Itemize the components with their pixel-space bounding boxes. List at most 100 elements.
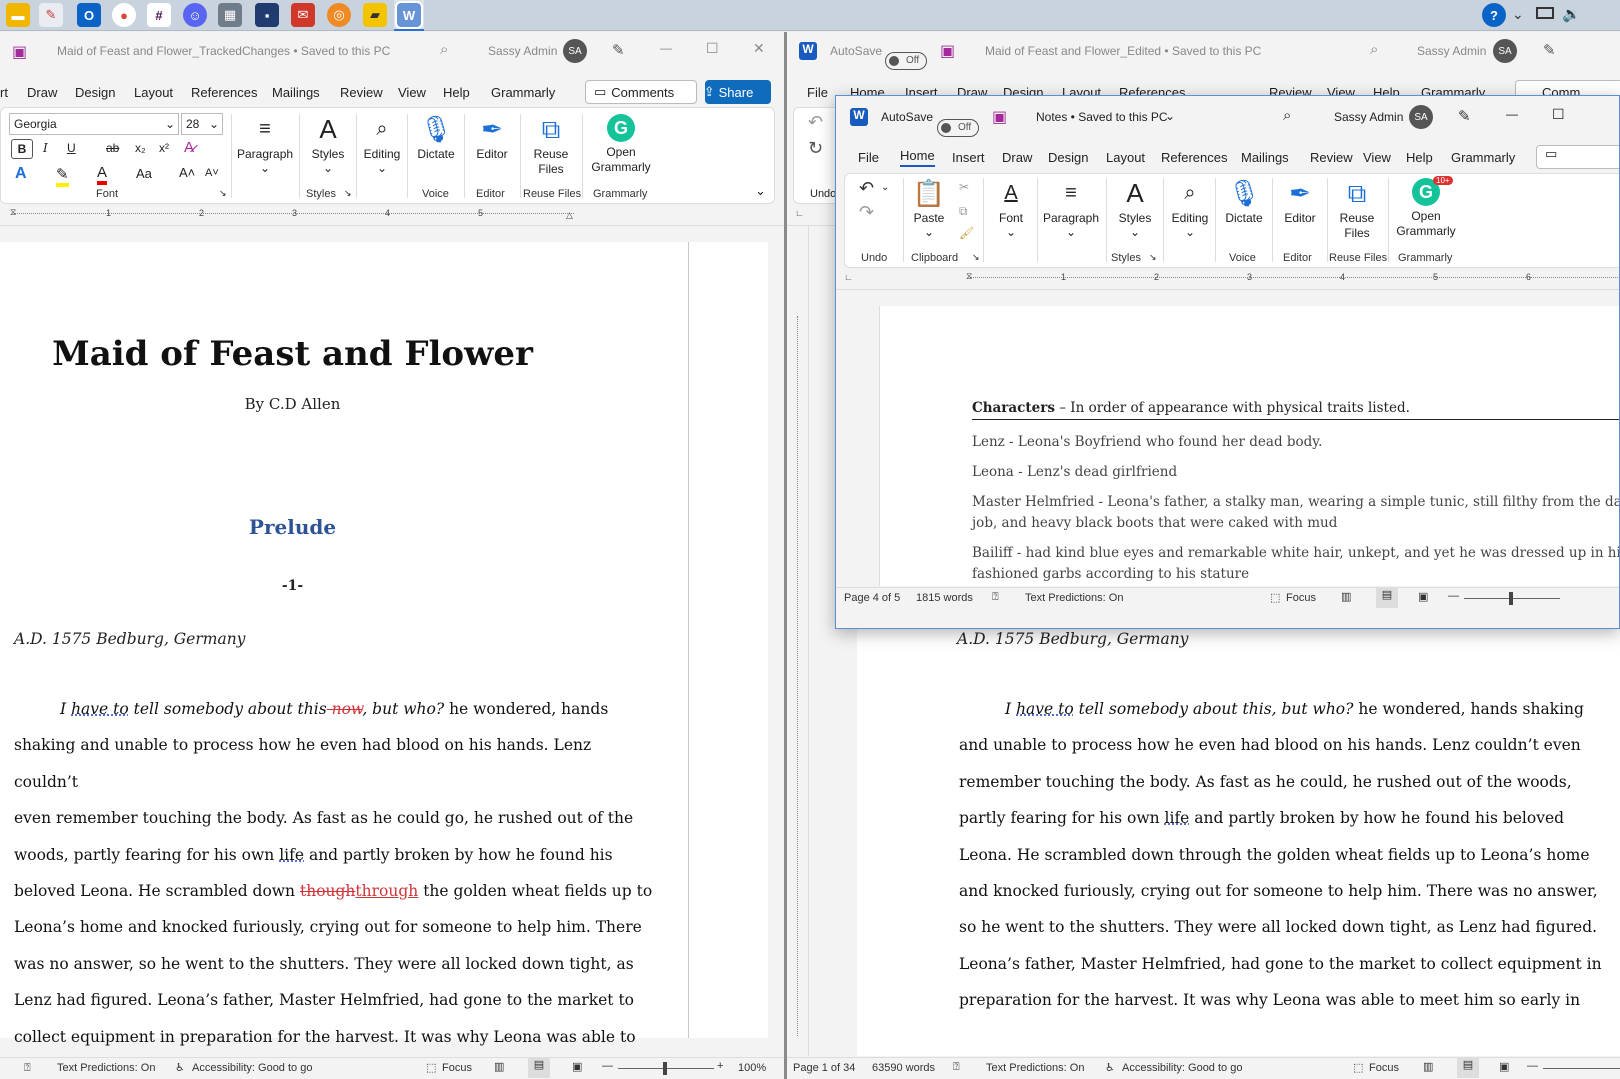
slack-icon[interactable]: # xyxy=(147,3,171,27)
chrome-icon[interactable]: ● xyxy=(112,3,136,27)
zoom-slider[interactable] xyxy=(1543,1068,1620,1069)
app-orange-icon[interactable]: ◎ xyxy=(327,3,351,27)
zoom-in-button[interactable]: + xyxy=(717,1060,723,1072)
read-mode-icon[interactable]: ▥ xyxy=(494,1060,504,1073)
help-icon[interactable]: ? xyxy=(1482,3,1506,27)
font-name-box[interactable]: Georgia ⌄ xyxy=(9,113,179,135)
menu-item[interactable]: rt xyxy=(0,85,8,100)
print-layout-icon[interactable]: ▤ xyxy=(1376,588,1398,608)
clear-format-icon[interactable]: A̷ xyxy=(184,139,194,156)
doc-title[interactable]: Maid of Feast and Flower_TrackedChanges … xyxy=(57,44,390,58)
user-name[interactable]: Sassy Admin xyxy=(1417,44,1486,58)
menu-file[interactable]: File xyxy=(858,150,879,165)
menu-mailings[interactable]: Mailings xyxy=(1241,150,1289,165)
dialog-launcher-icon[interactable]: ↘ xyxy=(1149,252,1157,263)
format-painter-icon[interactable]: 🖌 xyxy=(959,226,974,240)
menu-mailings[interactable]: Mailings xyxy=(272,85,320,100)
paragraph-button[interactable]: ≡ Paragraph ⌄ xyxy=(1041,178,1101,239)
editing-button[interactable]: ⌕ Editing ⌄ xyxy=(359,114,405,175)
minimize-button[interactable]: — xyxy=(660,41,672,55)
avatar[interactable]: SA xyxy=(1409,105,1433,129)
menu-help[interactable]: Help xyxy=(443,85,470,100)
horizontal-ruler[interactable]: ⧖ 1 2 3 4 5 △ xyxy=(0,204,784,226)
doc-title[interactable]: Maid of Feast and Flower_Edited • Saved … xyxy=(985,44,1261,58)
styles-button[interactable]: A Styles ⌄ xyxy=(1111,178,1159,239)
horizontal-ruler[interactable]: ∟ ⧖ 1 2 3 4 5 6 xyxy=(836,268,1619,290)
web-layout-icon[interactable]: ▣ xyxy=(572,1060,582,1073)
maximize-button[interactable]: ☐ xyxy=(1552,106,1565,123)
word-count[interactable]: 63590 words xyxy=(872,1062,935,1074)
grammar-flag[interactable]: life xyxy=(279,846,304,864)
word-count[interactable]: 1815 words xyxy=(916,592,973,604)
pen-icon[interactable]: ✎ xyxy=(612,41,625,59)
save-icon[interactable]: ▣ xyxy=(992,107,1007,127)
accessibility-status[interactable]: Accessibility: Good to go xyxy=(192,1062,312,1074)
focus-button[interactable]: Focus xyxy=(1286,592,1316,604)
tab-stop-icon[interactable]: ∟ xyxy=(795,208,804,218)
undo-icon[interactable]: ↶ xyxy=(808,112,823,133)
notes-page[interactable]: Characters – In order of appearance with… xyxy=(879,306,1619,586)
vertical-ruler[interactable] xyxy=(787,226,809,1056)
tracked-insertion[interactable]: through xyxy=(355,882,418,900)
proofing-icon[interactable]: ⍰ xyxy=(24,1062,31,1075)
maximize-button[interactable]: ☐ xyxy=(706,40,719,57)
dictate-button[interactable]: 🎙 Dictate xyxy=(411,114,461,161)
menu-grammarly[interactable]: Grammarly xyxy=(1451,150,1515,165)
text-predictions-status[interactable]: Text Predictions: On xyxy=(57,1062,155,1074)
focus-button[interactable]: Focus xyxy=(442,1062,472,1074)
styles-button[interactable]: A Styles ⌄ xyxy=(304,114,352,175)
menu-references[interactable]: References xyxy=(191,85,257,100)
copy-icon[interactable]: ⧉ xyxy=(959,204,968,219)
minimize-button[interactable]: — xyxy=(1506,107,1518,121)
tab-stop-icon[interactable]: ∟ xyxy=(844,272,853,282)
menu-insert[interactable]: Insert xyxy=(952,150,985,165)
comments-button[interactable]: ▭ Comments ⌄ xyxy=(585,80,718,104)
save-icon[interactable]: ▣ xyxy=(940,41,955,61)
cut-icon[interactable]: ✂ xyxy=(959,180,969,194)
menu-review[interactable]: Review xyxy=(1310,150,1353,165)
search-icon[interactable]: ⌕ xyxy=(440,41,448,58)
grammar-flag[interactable]: have to xyxy=(1016,700,1074,718)
zoom-out-button[interactable]: — xyxy=(1527,1060,1538,1072)
save-icon[interactable]: ▣ xyxy=(12,42,27,62)
italic-button[interactable]: I xyxy=(43,141,48,155)
app-icon[interactable]: ▪ xyxy=(255,3,279,27)
menu-view[interactable]: View xyxy=(398,85,426,100)
sticky-notes-icon[interactable]: ▰ xyxy=(363,3,387,27)
read-mode-icon[interactable]: ▥ xyxy=(1341,590,1351,603)
dialog-launcher-icon[interactable]: ↘ xyxy=(219,188,227,199)
print-layout-icon[interactable]: ▤ xyxy=(1457,1058,1479,1078)
reuse-files-button[interactable]: ⧉ Reuse Files xyxy=(523,114,579,177)
search-icon[interactable]: ⌕ xyxy=(1283,107,1291,124)
zoom-slider-thumb[interactable] xyxy=(1509,592,1513,605)
zoom-out-button[interactable]: — xyxy=(602,1060,613,1072)
menu-view[interactable]: View xyxy=(1363,150,1391,165)
volume-icon[interactable]: 🔉 xyxy=(1562,5,1581,23)
bold-button[interactable]: B xyxy=(11,139,33,159)
indent-marker[interactable]: ⧖ xyxy=(966,271,972,282)
web-layout-icon[interactable]: ▣ xyxy=(1499,1060,1509,1073)
paste-button[interactable]: 📋 Paste ⌄ xyxy=(909,178,949,239)
collapse-ribbon-icon[interactable]: ⌄ xyxy=(755,183,766,199)
zoom-out-button[interactable]: — xyxy=(1448,590,1459,602)
display-icon[interactable] xyxy=(1536,7,1554,19)
accessibility-status[interactable]: Accessibility: Good to go xyxy=(1122,1062,1242,1074)
paint-icon[interactable]: ✎ xyxy=(39,3,63,27)
avatar[interactable]: SA xyxy=(563,39,587,63)
autosave-toggle[interactable]: Off xyxy=(885,51,927,70)
chevron-down-icon[interactable]: ⌄ xyxy=(1165,109,1175,123)
menu-home[interactable]: Home xyxy=(900,148,935,167)
change-case-icon[interactable]: Aa xyxy=(136,166,152,181)
dialog-launcher-icon[interactable]: ↘ xyxy=(972,252,980,263)
menu-layout[interactable]: Layout xyxy=(1106,150,1145,165)
superscript-button[interactable]: x² xyxy=(159,141,169,155)
page-count[interactable]: Page 1 of 34 xyxy=(793,1062,855,1074)
print-layout-icon[interactable]: ▤ xyxy=(528,1058,550,1078)
document-page[interactable]: Maid of Feast and Flower By C.D Allen Pr… xyxy=(0,242,768,1046)
font-button[interactable]: A Font ⌄ xyxy=(987,178,1035,239)
redo-icon[interactable]: ↷ xyxy=(859,202,874,223)
share-button[interactable]: ⇪ Share xyxy=(704,80,771,104)
editor-button[interactable]: ✒ Editor xyxy=(1275,178,1325,225)
discord-icon[interactable]: ☺ xyxy=(183,3,207,27)
font-size-box[interactable]: 28 ⌄ xyxy=(181,113,223,135)
